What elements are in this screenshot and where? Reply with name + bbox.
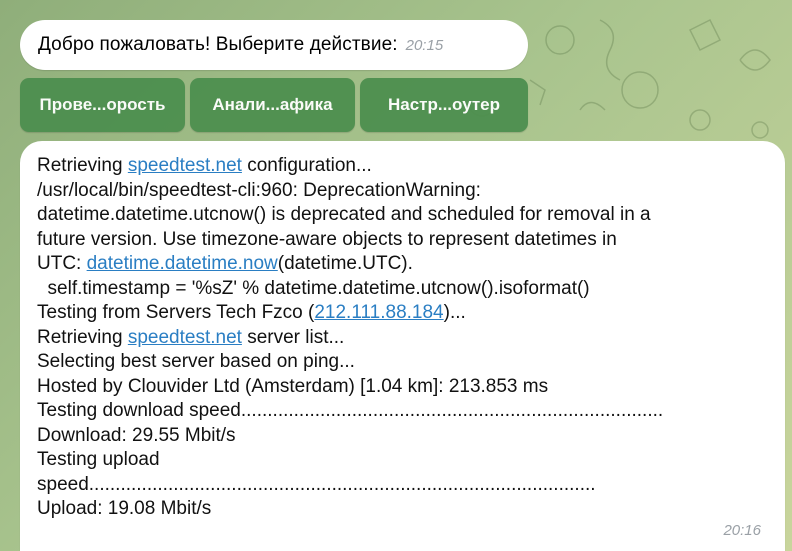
output-line: Testing from Servers Tech Fzco (212.111.… bbox=[37, 301, 777, 326]
keyboard-button-router-settings[interactable]: Настр...оутер bbox=[360, 78, 528, 132]
output-text-segment: Testing from Servers Tech Fzco ( bbox=[37, 302, 315, 323]
output-text-segment: Hosted by Clouvider Ltd (Amsterdam) [1.0… bbox=[37, 375, 549, 397]
welcome-message-time: 20:15 bbox=[405, 36, 444, 54]
output-line: future version. Use timezone-aware objec… bbox=[37, 228, 777, 253]
output-line: speed...................................… bbox=[37, 473, 777, 498]
welcome-message-bubble: Добро пожаловать! Выберите действие: 20:… bbox=[20, 20, 528, 70]
output-text-segment: Upload: 19.08 Mbit/s bbox=[37, 498, 212, 519]
output-text-segment: datetime.datetime.utcnow() is deprecated… bbox=[37, 204, 651, 225]
output-text-segment: speed...................................… bbox=[37, 473, 596, 495]
speedtest-output-text: Retrieving speedtest.net configuration..… bbox=[37, 154, 777, 522]
output-text-segment: future version. Use timezone-aware objec… bbox=[37, 228, 617, 250]
output-line: Testing upload bbox=[37, 448, 777, 473]
output-link[interactable]: speedtest.net bbox=[128, 155, 242, 176]
output-line: self.timestamp = '%sZ' % datetime.dateti… bbox=[37, 277, 777, 302]
output-line: Download: 29.55 Mbit/s bbox=[37, 424, 777, 449]
output-line: Upload: 19.08 Mbit/s bbox=[37, 497, 777, 522]
output-line: Selecting best server based on ping... bbox=[37, 350, 777, 375]
output-link[interactable]: speedtest.net bbox=[128, 327, 242, 348]
output-line: Hosted by Clouvider Ltd (Amsterdam) [1.0… bbox=[37, 375, 777, 400]
keyboard-button-check-speed[interactable]: Прове...орость bbox=[20, 78, 185, 132]
output-text-segment: configuration... bbox=[241, 155, 372, 176]
output-message-time: 20:16 bbox=[723, 522, 761, 539]
output-line: UTC: datetime.datetime.now(datetime.UTC)… bbox=[37, 252, 777, 277]
welcome-message-text: Добро пожаловать! Выберите действие: bbox=[38, 34, 398, 55]
output-text-segment: server list... bbox=[241, 326, 345, 348]
output-line: /usr/local/bin/speedtest-cli:960: Deprec… bbox=[37, 179, 777, 204]
output-link[interactable]: datetime.datetime.now bbox=[87, 253, 278, 274]
output-line: Retrieving speedtest.net configuration..… bbox=[37, 154, 777, 179]
output-text-segment: self.timestamp = '%sZ' % datetime.dateti… bbox=[37, 277, 590, 299]
output-line: datetime.datetime.utcnow() is deprecated… bbox=[37, 203, 777, 228]
output-link[interactable]: 212.111.88.184 bbox=[314, 302, 443, 323]
output-line: Retrieving speedtest.net server list... bbox=[37, 326, 777, 351]
output-text-segment: /usr/local/bin/speedtest-cli:960: Deprec… bbox=[37, 179, 481, 201]
output-text-segment: Download: 29.55 Mbit/s bbox=[37, 424, 236, 446]
output-text-segment: (datetime.UTC). bbox=[277, 253, 413, 274]
output-text-segment: UTC: bbox=[37, 253, 87, 274]
output-text-segment: )... bbox=[443, 302, 466, 323]
output-text-segment: Retrieving bbox=[37, 326, 128, 348]
output-text-segment: Selecting best server based on ping... bbox=[37, 351, 355, 372]
output-text-segment: Retrieving bbox=[37, 155, 128, 176]
speedtest-output-bubble: Retrieving speedtest.net configuration..… bbox=[20, 141, 785, 551]
output-line: Testing download speed..................… bbox=[37, 399, 777, 424]
keyboard-button-traffic-analysis[interactable]: Анали...афика bbox=[190, 78, 355, 132]
output-text-segment: Testing download speed..................… bbox=[37, 400, 664, 421]
output-text-segment: Testing upload bbox=[37, 449, 160, 470]
